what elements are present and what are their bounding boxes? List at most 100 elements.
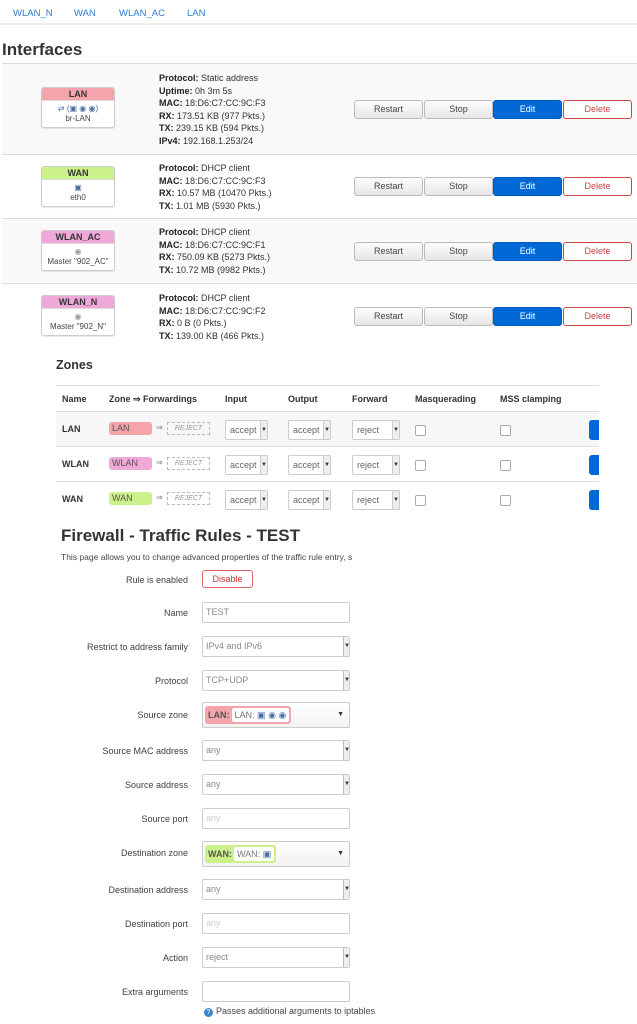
interface-info: Protocol: DHCP client MAC: 18:D6:C7:CC:9…: [159, 162, 272, 212]
col-input: Input: [225, 394, 247, 404]
edit-button[interactable]: Edit: [493, 100, 562, 119]
dropdown-caret-icon: ▼: [337, 850, 344, 857]
col-output: Output: [288, 394, 318, 404]
tab-lan[interactable]: LAN: [187, 8, 205, 19]
output-select[interactable]: accept ▼: [288, 490, 331, 510]
forward-select[interactable]: reject ▼: [352, 420, 400, 440]
info-value: 192.168.1.253/24: [180, 135, 254, 146]
edit-button[interactable]: Edit: [493, 307, 562, 326]
forward-target: REJECT: [167, 457, 210, 470]
name-input[interactable]: TEST: [202, 602, 350, 623]
select-value: accept: [230, 425, 257, 435]
mss-clamping-checkbox[interactable]: [500, 425, 511, 436]
disable-button[interactable]: Disable: [202, 570, 253, 588]
arrow-icon: ⇒: [156, 458, 163, 467]
action-select[interactable]: reject ▼: [202, 947, 350, 968]
tab-wlan-ac[interactable]: WLAN_AC: [119, 8, 165, 19]
delete-button[interactable]: Delete: [563, 307, 632, 326]
dropdown-arrow-icon: ▼: [343, 741, 350, 760]
info-key: MAC:: [159, 239, 183, 250]
source-zone-chip: LAN: LAN: ▣ ◉ ◉: [205, 706, 292, 724]
protocol-select[interactable]: TCP+UDP ▼: [202, 670, 350, 691]
extra-arguments-input[interactable]: [202, 981, 350, 1002]
dropdown-arrow-icon: ▼: [323, 456, 330, 474]
select-value: any: [206, 884, 221, 894]
dropdown-arrow-icon: ▼: [323, 491, 330, 509]
forward-select[interactable]: reject ▼: [352, 490, 400, 510]
help-text: Passes additional arguments to iptables: [216, 1006, 376, 1016]
select-value: reject: [357, 460, 380, 470]
masquerading-checkbox[interactable]: [415, 460, 426, 471]
destination-address-select[interactable]: any ▼: [202, 879, 350, 900]
input-select[interactable]: accept ▼: [225, 490, 268, 510]
info-value: Static address: [198, 73, 259, 83]
interface-badge: WLAN_AC ◉ Master "902_AC": [41, 230, 115, 271]
input-select[interactable]: accept ▼: [225, 455, 268, 475]
info-key: RX:: [159, 252, 175, 262]
zones-heading: Zones: [56, 358, 93, 372]
tab-wlan-n[interactable]: WLAN_N: [13, 8, 53, 19]
name-label: Name: [163, 608, 188, 618]
masquerading-checkbox[interactable]: [415, 425, 426, 436]
forward-select[interactable]: reject ▼: [352, 455, 400, 475]
interface-badge: WAN ▣ eth0: [41, 166, 115, 207]
info-value: DHCP client: [198, 227, 250, 237]
stop-button[interactable]: Stop: [424, 307, 493, 326]
zone-name: WLAN: [62, 459, 89, 469]
tab-wan[interactable]: WAN: [74, 8, 96, 19]
source-address-select[interactable]: any ▼: [202, 774, 350, 795]
wifi-icon: ◉: [268, 710, 276, 720]
interface-info: Protocol: DHCP client MAC: 18:D6:C7:CC:9…: [159, 226, 270, 276]
source-zone-select[interactable]: LAN: LAN: ▣ ◉ ◉ ▼: [202, 702, 350, 728]
interface-info: Protocol: Static address Uptime: 0h 3m 5…: [159, 72, 266, 147]
restart-button[interactable]: Restart: [354, 177, 423, 196]
interface-device: br-LAN: [65, 114, 91, 123]
delete-button[interactable]: Delete: [563, 242, 632, 261]
select-value: accept: [293, 495, 320, 505]
stop-button[interactable]: Stop: [424, 100, 493, 119]
restart-button[interactable]: Restart: [354, 100, 423, 119]
interface-name: WLAN_AC: [42, 231, 114, 244]
source-port-input[interactable]: any: [202, 808, 350, 829]
family-label: Restrict to address family: [86, 642, 188, 652]
zone-edit-button[interactable]: [589, 490, 599, 510]
edit-button[interactable]: Edit: [493, 177, 562, 196]
info-value: 0 B (0 Pkts.): [174, 318, 227, 328]
extra-arguments-label: Extra arguments: [121, 987, 188, 997]
address-family-select[interactable]: IPv4 and IPv6 ▼: [202, 636, 350, 657]
mss-clamping-checkbox[interactable]: [500, 460, 511, 471]
masquerading-checkbox[interactable]: [415, 495, 426, 506]
output-select[interactable]: accept ▼: [288, 420, 331, 440]
zone-edit-button[interactable]: [589, 420, 599, 440]
destination-port-input[interactable]: any: [202, 913, 350, 934]
select-value: accept: [293, 425, 320, 435]
output-select[interactable]: accept ▼: [288, 455, 331, 475]
restart-button[interactable]: Restart: [354, 307, 423, 326]
stop-button[interactable]: Stop: [424, 177, 493, 196]
select-value: IPv4 and IPv6: [206, 641, 263, 651]
source-mac-select[interactable]: any ▼: [202, 740, 350, 761]
input-select[interactable]: accept ▼: [225, 420, 268, 440]
zone-pill: WAN: [109, 492, 152, 505]
delete-button[interactable]: Delete: [563, 100, 632, 119]
forward-target: REJECT: [167, 492, 210, 505]
interface-name: WLAN_N: [42, 296, 114, 309]
mss-clamping-checkbox[interactable]: [500, 495, 511, 506]
dropdown-arrow-icon: ▼: [260, 421, 267, 439]
info-key: TX:: [159, 330, 174, 341]
wifi-icon: ◉: [74, 247, 82, 256]
delete-button[interactable]: Delete: [563, 177, 632, 196]
dropdown-arrow-icon: ▼: [260, 491, 267, 509]
restart-button[interactable]: Restart: [354, 242, 423, 261]
edit-button[interactable]: Edit: [493, 242, 562, 261]
stop-button[interactable]: Stop: [424, 242, 493, 261]
info-value: DHCP client: [198, 293, 250, 303]
select-value: TCP+UDP: [206, 675, 249, 685]
dropdown-arrow-icon: ▼: [392, 456, 399, 474]
select-value: reject: [357, 425, 380, 435]
zone-edit-button[interactable]: [589, 455, 599, 475]
info-value: 0h 3m 5s: [192, 85, 233, 96]
col-forwardings: Zone ⇒ Forwardings: [109, 394, 198, 404]
destination-zone-select[interactable]: WAN: WAN: ▣ ▼: [202, 841, 350, 867]
zone-row-wan: WAN WAN ⇒ REJECT accept ▼ accept ▼ reject ▼: [56, 482, 599, 517]
